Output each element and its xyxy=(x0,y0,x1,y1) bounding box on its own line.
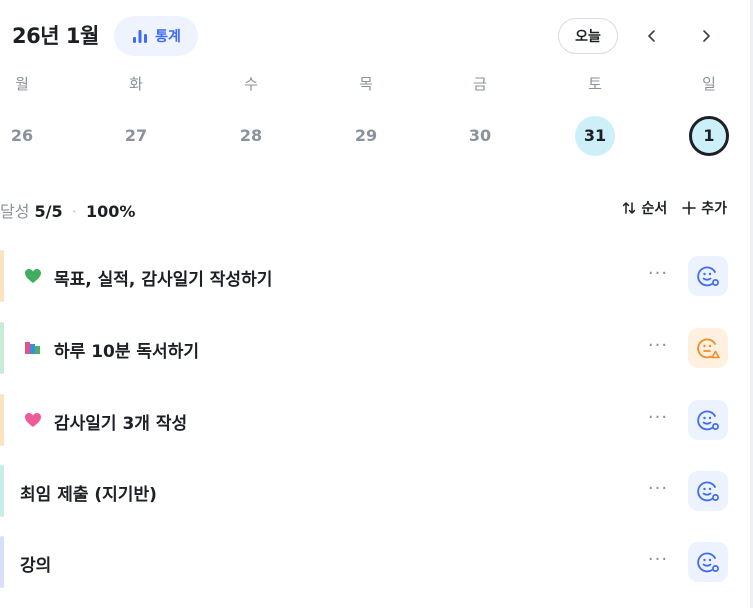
day-name: 화 xyxy=(129,75,143,93)
day-number[interactable]: 28 xyxy=(231,116,271,156)
reorder-label: 순서 xyxy=(641,201,668,217)
status-button[interactable] xyxy=(688,256,728,296)
next-week-button[interactable] xyxy=(688,18,724,54)
week-strip: 월 26 화 27 수 28 목 29 금 30 토 31 일 1 xyxy=(0,72,753,162)
task-title: 강의 xyxy=(20,556,52,576)
calendar-header: 26년 1월 통계 오늘 xyxy=(12,16,753,56)
chevron-left-icon xyxy=(648,30,655,42)
more-options-button[interactable]: ··· xyxy=(644,477,672,505)
more-options-button[interactable]: ··· xyxy=(644,334,672,362)
day-column-wed: 수 28 xyxy=(221,72,281,156)
task-color-bar xyxy=(0,394,4,446)
stats-label: 통계 xyxy=(155,29,181,45)
meh-face-icon xyxy=(697,338,720,359)
day-name: 수 xyxy=(244,75,258,93)
day-number[interactable]: 30 xyxy=(460,116,500,156)
stats-button[interactable]: 통계 xyxy=(114,16,198,56)
reorder-button[interactable]: 순서 xyxy=(621,198,667,218)
pink-heart-icon xyxy=(25,413,41,427)
task-title: 하루 10분 독서하기 xyxy=(54,342,199,362)
day-name: 월 xyxy=(15,75,29,93)
today-button[interactable]: 오늘 xyxy=(558,18,618,54)
task-title: 목표, 실적, 감사일기 작성하기 xyxy=(54,270,273,290)
task-color-bar xyxy=(0,536,4,588)
day-column-thu: 목 29 xyxy=(336,72,396,156)
prev-week-button[interactable] xyxy=(634,18,670,54)
smile-face-icon xyxy=(697,266,719,287)
task-color-bar xyxy=(0,465,4,517)
day-number-highlighted[interactable]: 31 xyxy=(575,116,615,156)
summary-label: 달성 xyxy=(0,202,30,221)
summary-percent: 100% xyxy=(85,202,136,221)
add-label: 추가 xyxy=(701,201,727,217)
day-column-fri: 금 30 xyxy=(450,72,510,156)
day-number-selected[interactable]: 1 xyxy=(689,116,729,156)
status-button[interactable] xyxy=(688,400,728,440)
more-options-button[interactable]: ··· xyxy=(644,548,672,576)
task-item[interactable]: 강의 ··· xyxy=(0,536,740,588)
smile-face-icon xyxy=(697,481,719,502)
day-name: 목 xyxy=(359,75,373,93)
task-item[interactable]: 목표, 실적, 감사일기 작성하기 ··· xyxy=(0,250,740,302)
day-column-sun: 일 1 xyxy=(679,72,739,156)
day-number[interactable]: 29 xyxy=(346,116,386,156)
task-title: 최임 제출 (지기반) xyxy=(20,485,157,505)
sort-arrows-icon xyxy=(623,202,636,214)
achievement-summary: 달성 5/5 · 100% xyxy=(0,198,135,222)
add-task-button[interactable]: 추가 xyxy=(681,198,727,218)
green-heart-icon xyxy=(25,269,41,283)
status-button[interactable] xyxy=(688,328,728,368)
day-number[interactable]: 26 xyxy=(2,116,42,156)
smile-face-icon xyxy=(697,552,719,573)
day-name: 금 xyxy=(473,75,487,93)
day-name: 일 xyxy=(702,75,716,93)
summary-separator: · xyxy=(71,202,77,221)
bar-chart-icon xyxy=(133,30,148,43)
chevron-right-icon xyxy=(703,30,710,42)
task-item[interactable]: 하루 10분 독서하기 ··· xyxy=(0,322,740,374)
task-color-bar xyxy=(0,250,4,302)
summary-count: 5/5 xyxy=(34,202,63,221)
status-button[interactable] xyxy=(688,471,728,511)
day-column-sat: 토 31 xyxy=(565,72,625,156)
day-column-tue: 화 27 xyxy=(106,72,166,156)
status-button[interactable] xyxy=(688,542,728,582)
list-actions: 순서 추가 xyxy=(621,198,727,218)
day-name: 토 xyxy=(588,75,602,93)
more-options-button[interactable]: ··· xyxy=(644,262,672,290)
task-item[interactable]: 최임 제출 (지기반) ··· xyxy=(0,465,740,517)
day-number[interactable]: 27 xyxy=(116,116,156,156)
books-icon xyxy=(25,342,40,354)
task-item[interactable]: 감사일기 3개 작성 ··· xyxy=(0,394,740,446)
task-color-bar xyxy=(0,322,4,374)
plus-icon xyxy=(682,201,697,215)
smile-face-icon xyxy=(697,410,719,431)
day-column-mon: 월 26 xyxy=(0,72,52,156)
more-options-button[interactable]: ··· xyxy=(644,406,672,434)
task-title: 감사일기 3개 작성 xyxy=(54,414,188,434)
month-title: 26년 1월 xyxy=(12,24,99,48)
